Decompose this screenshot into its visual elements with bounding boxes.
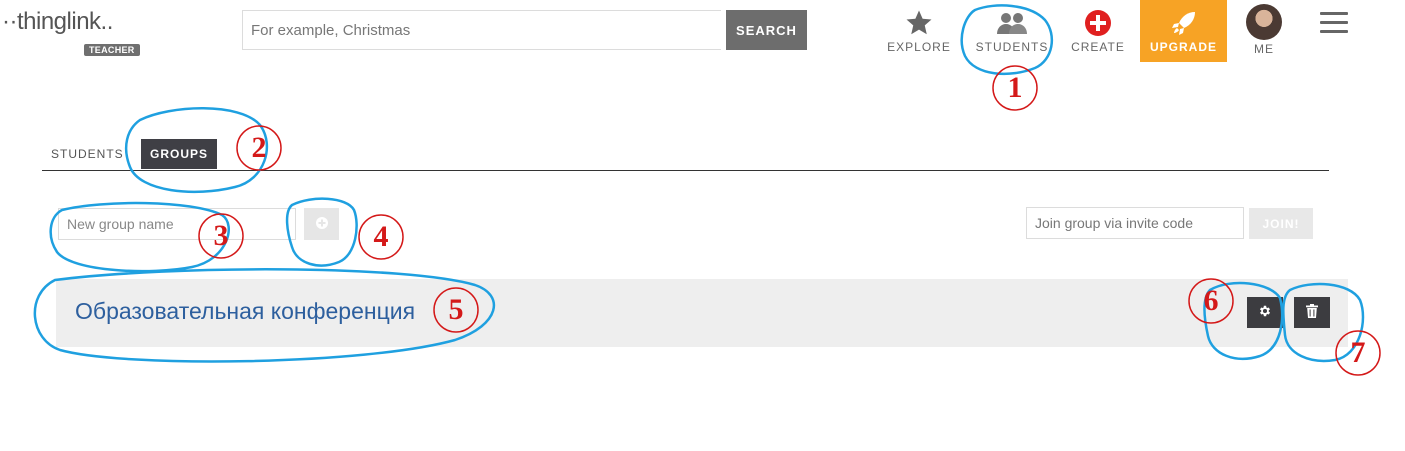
tab-students[interactable]: STUDENTS xyxy=(42,139,133,169)
group-settings-button[interactable] xyxy=(1247,297,1283,328)
trash-icon xyxy=(1306,304,1318,318)
plus-circle-icon xyxy=(1085,10,1111,36)
thinglink-logo[interactable]: ··thinglink.. TEACHER xyxy=(2,6,142,56)
join-button[interactable]: JOIN! xyxy=(1249,208,1313,239)
add-group-button[interactable] xyxy=(304,208,339,240)
annotation-number: 3 xyxy=(213,219,229,252)
nav-explore[interactable]: EXPLORE xyxy=(884,0,954,62)
group-name-link[interactable]: Образовательная конференция xyxy=(75,298,415,325)
plus-circle-icon xyxy=(315,216,328,229)
people-icon xyxy=(997,13,1027,34)
hamburger-icon[interactable] xyxy=(1320,12,1348,34)
nav-me[interactable]: ME xyxy=(1236,0,1292,62)
search-bar: SEARCH xyxy=(242,10,807,50)
logo-text: ··thinglink.. xyxy=(2,8,113,35)
new-group-name-input[interactable] xyxy=(58,208,296,240)
rocket-icon xyxy=(1171,12,1195,35)
gear-icon xyxy=(1259,305,1271,317)
nav-explore-label: EXPLORE xyxy=(887,40,951,54)
annotation-number: 1 xyxy=(1007,71,1023,104)
avatar xyxy=(1246,4,1282,40)
nav-create[interactable]: CREATE xyxy=(1066,0,1130,62)
annotation-number: 6 xyxy=(1203,284,1219,317)
annotation-number: 5 xyxy=(448,293,464,326)
nav-students[interactable]: STUDENTS xyxy=(970,0,1054,62)
nav-me-label: ME xyxy=(1254,42,1274,56)
search-input[interactable] xyxy=(242,10,721,50)
nav-upgrade[interactable]: UPGRADE xyxy=(1140,0,1227,62)
search-button[interactable]: SEARCH xyxy=(726,10,807,50)
nav-students-label: STUDENTS xyxy=(975,40,1049,54)
nav-create-label: CREATE xyxy=(1071,40,1125,54)
nav-upgrade-label: UPGRADE xyxy=(1149,40,1217,54)
group-delete-button[interactable] xyxy=(1294,297,1330,328)
tab-groups[interactable]: GROUPS xyxy=(141,139,218,169)
star-icon xyxy=(906,10,932,35)
annotation-number: 2 xyxy=(251,131,267,164)
annotation-number: 7 xyxy=(1350,336,1366,369)
annotation-number: 4 xyxy=(373,220,389,253)
invite-code-input[interactable] xyxy=(1026,207,1244,239)
group-row: Образовательная конференция xyxy=(56,279,1348,347)
teacher-badge: TEACHER xyxy=(84,44,140,56)
